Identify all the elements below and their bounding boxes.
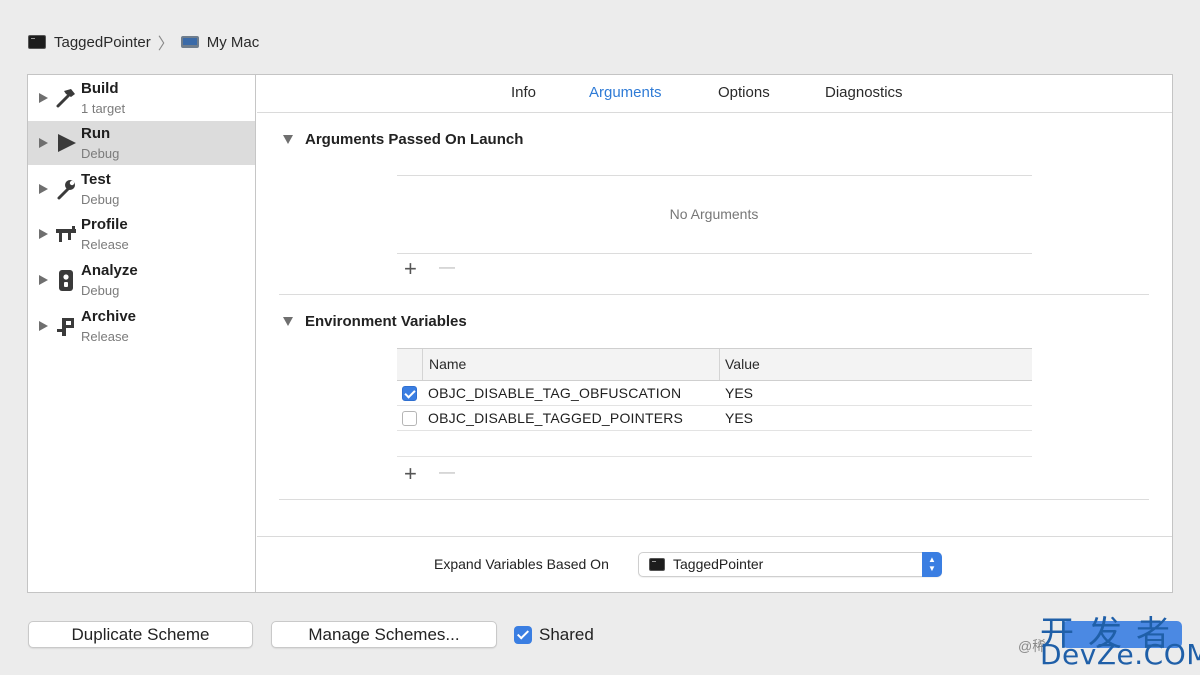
breadcrumb-destination[interactable]: My Mac [180, 33, 260, 51]
terminal-icon [28, 35, 46, 49]
expand-variables-label: Expand Variables Based On [434, 556, 609, 572]
scheme-editor-panel: Build 1 target Run Debug Test Debug Prof… [27, 74, 1173, 593]
sidebar-item-title: Profile [81, 215, 128, 233]
arguments-section-title: Arguments Passed On Launch [305, 131, 524, 148]
variable-enabled-checkbox[interactable] [402, 386, 417, 401]
environment-variables-table: Name Value OBJC_DISABLE_TAG_OBFUSCATION … [397, 348, 1032, 457]
expand-variables-value: TaggedPointer [673, 556, 764, 572]
table-row[interactable]: OBJC_DISABLE_TAGGED_POINTERS YES [397, 406, 1032, 431]
table-header-checkbox-column [397, 349, 423, 380]
disclosure-triangle-icon[interactable] [39, 184, 48, 194]
archive-icon [53, 313, 79, 339]
terminal-icon [649, 558, 665, 571]
disclosure-triangle-icon[interactable] [39, 229, 48, 239]
sidebar-item-title: Archive [81, 307, 137, 325]
tab-arguments[interactable]: Arguments [589, 84, 662, 101]
up-down-chevron-icon: ▲ ▼ [922, 552, 942, 577]
scheme-breadcrumb: TaggedPointer 〉 My Mac [28, 30, 259, 54]
hammer-icon [53, 85, 79, 111]
sidebar-item-subtitle: Release [81, 328, 129, 344]
sidebar-item-build[interactable]: Build 1 target [28, 76, 255, 120]
sidebar-item-title: Test [81, 170, 111, 188]
expand-variables-popup[interactable]: TaggedPointer ▲ ▼ [638, 552, 942, 577]
sidebar-item-run[interactable]: Run Debug [28, 121, 255, 165]
analyze-icon [53, 267, 79, 293]
tab-bar: Info Arguments Options Diagnostics [257, 75, 1172, 113]
sidebar-item-title: Run [81, 124, 111, 142]
sidebar-item-test[interactable]: Test Debug [28, 167, 255, 211]
no-arguments-placeholder: No Arguments [669, 206, 759, 222]
table-empty-row [397, 431, 1032, 457]
sidebar-item-analyze[interactable]: Analyze Debug [28, 258, 255, 302]
environment-section-title: Environment Variables [305, 313, 467, 330]
variable-name[interactable]: OBJC_DISABLE_TAGGED_POINTERS [428, 410, 683, 426]
arguments-list-bottom-border [397, 253, 1032, 254]
table-header: Name Value [397, 348, 1032, 381]
tab-options[interactable]: Options [718, 84, 770, 101]
sidebar-item-subtitle: 1 target [81, 100, 126, 116]
variable-enabled-checkbox[interactable] [402, 411, 417, 426]
table-header-name[interactable]: Name [429, 356, 466, 372]
disclosure-triangle-icon[interactable] [39, 321, 48, 331]
sidebar-item-title: Build [81, 79, 119, 97]
section-divider [279, 499, 1149, 500]
add-variable-button[interactable]: + [404, 463, 417, 485]
watermark-site-text: DevZe.COM [1040, 638, 1200, 671]
breadcrumb-target-label: TaggedPointer [54, 33, 151, 51]
remove-variable-button[interactable]: — [439, 462, 455, 484]
sidebar-item-subtitle: Debug [81, 145, 120, 161]
sidebar-item-profile[interactable]: Profile Release [28, 212, 255, 256]
tab-diagnostics[interactable]: Diagnostics [825, 84, 903, 101]
shared-checkbox[interactable]: Shared [514, 625, 594, 645]
duplicate-scheme-button[interactable]: Duplicate Scheme [28, 621, 253, 648]
scheme-action-content: Info Arguments Options Diagnostics Argum… [257, 75, 1172, 592]
expand-variables-bar: Expand Variables Based On TaggedPointer … [257, 536, 1172, 592]
disclosure-triangle-icon[interactable] [283, 317, 293, 326]
scheme-action-sidebar: Build 1 target Run Debug Test Debug Prof… [28, 75, 256, 592]
play-icon [53, 130, 79, 156]
tab-info[interactable]: Info [511, 84, 536, 101]
laptop-icon [180, 36, 199, 48]
sidebar-item-subtitle: Debug [81, 282, 120, 298]
sidebar-item-title: Analyze [81, 261, 138, 279]
sidebar-item-subtitle: Release [81, 236, 129, 252]
column-separator [719, 349, 720, 380]
arguments-section-header[interactable]: Arguments Passed On Launch [283, 131, 523, 148]
sidebar-item-subtitle: Debug [81, 191, 120, 207]
add-argument-button[interactable]: + [404, 258, 417, 280]
arguments-list-top-border [397, 175, 1032, 176]
environment-section-header[interactable]: Environment Variables [283, 313, 467, 330]
breadcrumb-destination-label: My Mac [206, 33, 260, 51]
table-row[interactable]: OBJC_DISABLE_TAG_OBFUSCATION YES [397, 381, 1032, 406]
remove-argument-button[interactable]: — [439, 257, 455, 279]
wrench-icon [53, 176, 79, 202]
variable-value[interactable]: YES [725, 410, 753, 426]
breadcrumb-target[interactable]: TaggedPointer [28, 34, 151, 51]
sidebar-item-archive[interactable]: Archive Release [28, 304, 255, 348]
checkbox-checked-icon[interactable] [514, 626, 532, 644]
profile-icon [53, 221, 79, 247]
section-divider [279, 294, 1149, 295]
manage-schemes-button[interactable]: Manage Schemes... [271, 621, 497, 648]
shared-label: Shared [539, 625, 594, 644]
variable-name[interactable]: OBJC_DISABLE_TAG_OBFUSCATION [428, 385, 681, 401]
disclosure-triangle-icon[interactable] [39, 138, 48, 148]
variable-value[interactable]: YES [725, 385, 753, 401]
disclosure-triangle-icon[interactable] [39, 93, 48, 103]
table-header-value[interactable]: Value [725, 356, 760, 372]
breadcrumb-separator: 〉 [157, 36, 174, 53]
disclosure-triangle-icon[interactable] [283, 135, 293, 144]
disclosure-triangle-icon[interactable] [39, 275, 48, 285]
